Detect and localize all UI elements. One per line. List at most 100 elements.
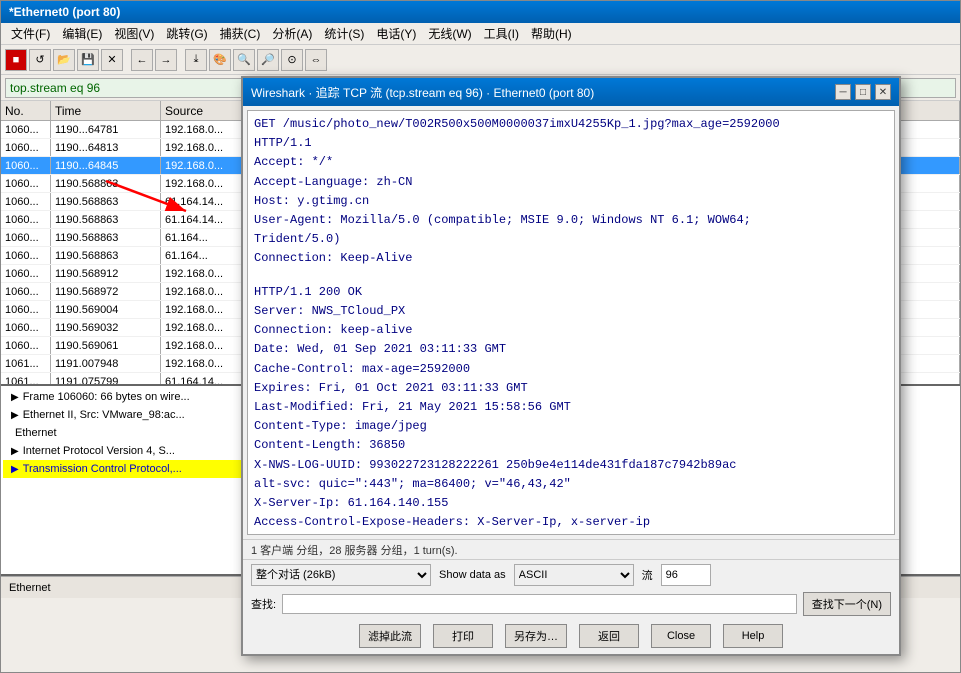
zoom-in-button[interactable]: 🔍 (233, 49, 255, 71)
cell-time: 1190.568863 (51, 229, 161, 246)
dialog-content-line: X-NWS-LOG-UUID: 993022723128222261 250b9… (254, 456, 888, 475)
cell-no: 1060... (1, 121, 51, 138)
tree-item-tcp[interactable]: ▶ Transmission Control Protocol,... (3, 460, 267, 478)
flow-number-input[interactable] (661, 564, 711, 586)
cell-time: 1190.569004 (51, 301, 161, 318)
main-window: *Ethernet0 (port 80) 文件(F) 编辑(E) 视图(V) 跳… (0, 0, 961, 673)
dialog-content-line: Accept: */* (254, 153, 888, 172)
zoom-reset-button[interactable]: ⊙ (281, 49, 303, 71)
cell-time: 1190.568863 (51, 193, 161, 210)
menu-analyze[interactable]: 分析(A) (266, 23, 318, 44)
resize-button[interactable]: ⇔ (305, 49, 327, 71)
dialog-maximize-button[interactable]: □ (855, 84, 871, 100)
dialog-content-line: Trident/5.0) (254, 230, 888, 249)
tree-item-frame-label: Frame 106060: 66 bytes on wire... (23, 391, 190, 403)
back-button[interactable]: 返回 (579, 624, 639, 648)
cell-time: 1190.568863 (51, 175, 161, 192)
cell-time: 1190.569061 (51, 337, 161, 354)
stop-capture-button[interactable]: ■ (5, 49, 27, 71)
flow-label: 流 (642, 567, 653, 583)
header-time: Time (51, 101, 161, 120)
menu-tools[interactable]: 工具(I) (478, 23, 525, 44)
show-data-select[interactable]: ASCII (514, 564, 634, 586)
show-data-as-label: Show data as (439, 569, 506, 581)
dialog-status: 1 客户端 分组，28 服务器 分组，1 turn(s). (243, 539, 899, 559)
menu-goto[interactable]: 跳转(G) (160, 23, 213, 44)
dialog-minimize-button[interactable]: ─ (835, 84, 851, 100)
main-title: *Ethernet0 (port 80) (9, 5, 120, 19)
back-button[interactable]: ← (131, 49, 153, 71)
dialog-content-line: Date: Wed, 01 Sep 2021 03:11:33 GMT (254, 340, 888, 359)
search-label: 查找: (251, 596, 276, 612)
cell-no: 1060... (1, 175, 51, 192)
menu-wireless[interactable]: 无线(W) (422, 23, 477, 44)
tree-item-frame[interactable]: ▶ Frame 106060: 66 bytes on wire... (3, 388, 267, 406)
menu-phone[interactable]: 电话(Y) (370, 23, 422, 44)
help-button[interactable]: Help (723, 624, 783, 648)
dialog-title-bar: Wireshark · 追踪 TCP 流 (tcp.stream eq 96) … (243, 78, 899, 106)
close-button[interactable]: Close (651, 624, 711, 648)
dialog-title-controls: ─ □ ✕ (835, 84, 891, 100)
dialog-search-row: 查找: 查找下一个(N) (243, 590, 899, 620)
restart-button[interactable]: ↺ (29, 49, 51, 71)
tree-item-ethernet-plain-label: Ethernet (15, 427, 57, 439)
dialog-content-line: Access-Control-Expose-Headers: X-Server-… (254, 513, 888, 532)
cell-no: 1060... (1, 211, 51, 228)
cell-no: 1060... (1, 139, 51, 156)
dialog-content-line: Accept-Language: zh-CN (254, 173, 888, 192)
dialog-content-line: HTTP/1.1 200 OK (254, 283, 888, 302)
dialog-status-text: 1 客户端 分组，28 服务器 分组，1 turn(s). (251, 542, 458, 558)
cell-no: 1060... (1, 301, 51, 318)
find-next-button[interactable]: 查找下一个(N) (803, 592, 891, 616)
colorize-button[interactable]: 🎨 (209, 49, 231, 71)
dialog-content-line: alt-svc: quic=":443"; ma=86400; v="46,43… (254, 475, 888, 494)
cell-no: 1060... (1, 193, 51, 210)
tree-item-ip-label: Internet Protocol Version 4, S... (23, 445, 175, 457)
menu-view[interactable]: 视图(V) (108, 23, 160, 44)
conversation-select[interactable]: 整个对话 (26kB) (251, 564, 431, 586)
dialog-content-line: Content-Type: image/jpeg (254, 417, 888, 436)
cell-no: 1060... (1, 319, 51, 336)
scroll-end-button[interactable]: ⤓ (185, 49, 207, 71)
menu-stats[interactable]: 统计(S) (318, 23, 370, 44)
cell-no: 1060... (1, 157, 51, 174)
dialog-content-line: HTTP/1.1 (254, 134, 888, 153)
close-file-button[interactable]: ✕ (101, 49, 123, 71)
menu-help[interactable]: 帮助(H) (525, 23, 578, 44)
tcp-stream-dialog: Wireshark · 追踪 TCP 流 (tcp.stream eq 96) … (241, 76, 901, 656)
tree-item-ethernet-plain[interactable]: Ethernet (3, 424, 267, 442)
dialog-content-line: Server: NWS_TCloud_PX (254, 302, 888, 321)
dialog-bottom-buttons: 滤掉此流 打印 另存为… 返回 Close Help (243, 620, 899, 654)
tree-item-ip[interactable]: ▶ Internet Protocol Version 4, S... (3, 442, 267, 460)
save-button[interactable]: 💾 (77, 49, 99, 71)
dialog-close-button[interactable]: ✕ (875, 84, 891, 100)
menu-bar: 文件(F) 编辑(E) 视图(V) 跳转(G) 捕获(C) 分析(A) 统计(S… (1, 23, 960, 45)
toolbar: ■ ↺ 📂 💾 ✕ ← → ⤓ 🎨 🔍 🔎 ⊙ ⇔ (1, 45, 960, 75)
menu-file[interactable]: 文件(F) (5, 23, 56, 44)
search-input[interactable] (282, 594, 797, 614)
dialog-content-line: GET /music/photo_new/T002R500x500M000003… (254, 115, 888, 134)
dialog-content-line: Expires: Fri, 01 Oct 2021 03:11:33 GMT (254, 379, 888, 398)
filter-stream-button[interactable]: 滤掉此流 (359, 624, 421, 648)
cell-no: 1060... (1, 283, 51, 300)
dialog-content-line: Host: y.gtimg.cn (254, 192, 888, 211)
dialog-content-line: Last-Modified: Fri, 21 May 2021 15:58:56… (254, 398, 888, 417)
tree-item-ethernet-label: Ethernet II, Src: VMware_98:ac... (23, 409, 185, 421)
cell-time: 1190...64845 (51, 157, 161, 174)
forward-button[interactable]: → (155, 49, 177, 71)
cell-time: 1190...64813 (51, 139, 161, 156)
menu-capture[interactable]: 捕获(C) (214, 23, 267, 44)
detail-tree: ▶ Frame 106060: 66 bytes on wire... ▶ Et… (1, 386, 271, 574)
dialog-content-area[interactable]: GET /music/photo_new/T002R500x500M000003… (247, 110, 895, 535)
dialog-content-line: Cache-Control: max-age=2592000 (254, 360, 888, 379)
print-button[interactable]: 打印 (433, 624, 493, 648)
zoom-out-button[interactable]: 🔎 (257, 49, 279, 71)
cell-time: 1190.568863 (51, 247, 161, 264)
save-as-button[interactable]: 另存为… (505, 624, 567, 648)
open-button[interactable]: 📂 (53, 49, 75, 71)
dialog-content-line (254, 269, 888, 283)
menu-edit[interactable]: 编辑(E) (56, 23, 108, 44)
dialog-content-line: Keep-Alive: timeout=30 (254, 532, 888, 535)
cell-no: 1061... (1, 355, 51, 372)
tree-item-ethernet[interactable]: ▶ Ethernet II, Src: VMware_98:ac... (3, 406, 267, 424)
